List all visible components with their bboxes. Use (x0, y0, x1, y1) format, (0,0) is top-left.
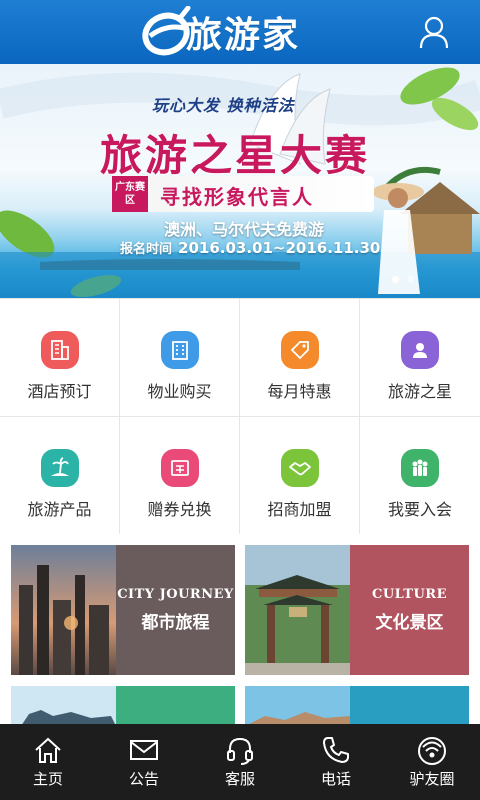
mail-icon (130, 740, 158, 760)
group-icon (401, 449, 439, 487)
menu-label: 旅游产品 (27, 500, 92, 519)
nav-label: 主页 (32, 770, 63, 788)
hotel-icon (40, 331, 79, 369)
slide-dot[interactable] (407, 276, 414, 283)
building-icon (160, 331, 199, 369)
nav-label: 电话 (320, 770, 351, 788)
banner-period: 报名时间 2016.03.01~2016.11.30 (120, 238, 380, 257)
card-en-title: CITY JOURNEY (117, 587, 234, 602)
card-en-title: CULTURE (372, 587, 447, 602)
nav-phone[interactable]: 电话 (288, 724, 384, 800)
feature-cards: CITY JOURNEY 都市旅程 CULTURE 文化景区 (0, 534, 480, 726)
card-third-image (11, 686, 116, 726)
logo-text: 旅游家 (186, 14, 301, 56)
slide-dot[interactable] (392, 276, 399, 283)
nav-travel-friends[interactable]: 驴友圈 (384, 724, 480, 800)
headset-icon (227, 737, 253, 765)
card-panel (116, 686, 235, 726)
phone-icon (323, 737, 349, 763)
menu-coupon-exchange[interactable]: 赠券兑换 (120, 417, 240, 535)
slide-indicator (392, 276, 414, 283)
logo[interactable]: 旅游家 (140, 5, 301, 58)
signal-circle-icon (418, 737, 446, 765)
menu-label: 物业购买 (147, 382, 212, 401)
home-icon (35, 737, 61, 763)
card-cn-title: 都市旅程 (141, 613, 210, 633)
nav-notice[interactable]: 公告 (96, 724, 192, 800)
city-skyline-image (11, 545, 116, 675)
menu-join-membership[interactable]: 我要入会 (360, 417, 480, 535)
bottom-nav: 主页 公告 客服 电话 驴友圈 (0, 724, 480, 800)
tag-icon (280, 331, 319, 369)
card-panel: CITY JOURNEY 都市旅程 (116, 545, 235, 675)
nav-customer-service[interactable]: 客服 (192, 724, 288, 800)
banner-slogan: 玩心大发 换种活法 (152, 96, 295, 115)
banner-title: 旅游之星大赛 (100, 131, 371, 180)
card-cn-title: 文化景区 (375, 613, 444, 633)
banner-prize: 澳洲、马尔代夫免费游 (164, 220, 325, 239)
coupon-icon (160, 449, 199, 487)
nav-home[interactable]: 主页 (0, 724, 96, 800)
menu-label: 赠券兑换 (147, 500, 212, 519)
menu-property-purchase[interactable]: 物业购买 (120, 299, 240, 417)
menu-label: 招商加盟 (267, 500, 332, 519)
ribbon-text: 寻找形象代言人 (160, 185, 314, 209)
card-culture-scenic[interactable]: CULTURE 文化景区 (245, 545, 469, 675)
feature-grid: 酒店预订 物业购买 每月特惠 旅游之星 旅游产品 赠券兑换 招商加盟 我要入会 (0, 298, 480, 535)
card-panel (350, 686, 469, 726)
nav-label: 公告 (128, 770, 159, 788)
menu-travel-products[interactable]: 旅游产品 (0, 417, 120, 535)
card-city-journey[interactable]: CITY JOURNEY 都市旅程 (11, 545, 235, 675)
menu-label: 旅游之星 (387, 382, 452, 401)
handshake-icon (280, 449, 319, 487)
menu-hotel-booking[interactable]: 酒店预订 (0, 299, 120, 417)
card-panel: CULTURE 文化景区 (350, 545, 469, 675)
period-label: 报名时间 (120, 242, 173, 257)
palm-island-icon (40, 449, 79, 487)
banner-ribbon: 广东赛区 寻找形象代言人 (112, 176, 374, 212)
menu-franchise[interactable]: 招商加盟 (240, 417, 360, 535)
logo-e-mark (140, 5, 192, 58)
app-header: 旅游家 (0, 0, 480, 64)
person-icon (401, 331, 439, 369)
nav-label: 客服 (224, 770, 255, 788)
user-icon[interactable] (416, 14, 452, 50)
region-tag: 广东赛区 (112, 176, 148, 212)
menu-label: 我要入会 (387, 500, 452, 519)
menu-monthly-deals[interactable]: 每月特惠 (240, 299, 360, 417)
menu-label: 每月特惠 (267, 382, 332, 401)
card-fourth-image (245, 686, 350, 726)
pagoda-gate-image (245, 545, 350, 675)
card-fourth[interactable] (245, 686, 469, 726)
promo-banner[interactable]: 玩心大发 换种活法 旅游之星大赛 广东赛区 寻找形象代言人 澳洲、马尔代夫免费游… (0, 64, 480, 298)
card-third[interactable] (11, 686, 235, 726)
menu-travel-star[interactable]: 旅游之星 (360, 299, 480, 417)
period-value: 2016.03.01~2016.11.30 (178, 239, 381, 257)
menu-label: 酒店预订 (27, 382, 92, 401)
nav-label: 驴友圈 (409, 770, 455, 788)
